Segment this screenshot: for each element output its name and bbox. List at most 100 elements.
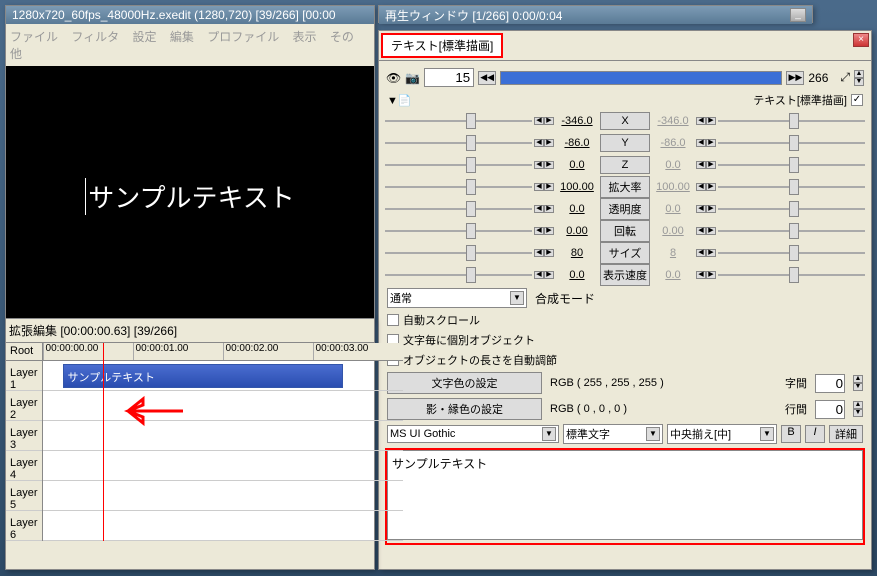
- slider-right[interactable]: [718, 135, 865, 151]
- seek-bar[interactable]: [500, 71, 782, 85]
- track-row[interactable]: [43, 451, 403, 481]
- slider-left[interactable]: [385, 179, 532, 195]
- shadow-color-button[interactable]: 影・縁色の設定: [387, 398, 542, 420]
- layer-label[interactable]: Layer 3: [6, 421, 42, 451]
- enable-checkbox[interactable]: ✓: [851, 94, 863, 106]
- layer-label[interactable]: Layer 5: [6, 481, 42, 511]
- inc-l[interactable]: ▶: [544, 205, 554, 213]
- track-row[interactable]: サンプルテキスト: [43, 361, 403, 391]
- italic-button[interactable]: I: [805, 425, 825, 443]
- dec-l[interactable]: ◀: [534, 183, 544, 191]
- param-val-right[interactable]: -86.0: [652, 137, 694, 149]
- param-val-left[interactable]: 0.0: [556, 159, 598, 171]
- track-row[interactable]: [43, 421, 403, 451]
- text-clip[interactable]: サンプルテキスト: [63, 364, 343, 388]
- param-val-left[interactable]: 0.0: [556, 203, 598, 215]
- inc-r[interactable]: ▶: [706, 183, 716, 191]
- linesp-down[interactable]: ▼: [853, 409, 863, 417]
- param-name-button[interactable]: 拡大率: [600, 176, 650, 198]
- frame-current-input[interactable]: [424, 68, 474, 87]
- inc-r[interactable]: ▶: [706, 205, 716, 213]
- track-row[interactable]: [43, 391, 403, 421]
- param-val-right[interactable]: 8: [652, 247, 694, 259]
- param-val-left[interactable]: 0.0: [556, 269, 598, 281]
- char-spacing-input[interactable]: [815, 374, 845, 393]
- param-val-left[interactable]: 0.00: [556, 225, 598, 237]
- expand-icon[interactable]: ⤢: [840, 70, 850, 85]
- blend-mode-combo[interactable]: 通常 ▼: [387, 288, 527, 308]
- param-val-left[interactable]: -346.0: [556, 115, 598, 127]
- playhead[interactable]: [103, 343, 104, 541]
- frame-up[interactable]: ▲: [854, 70, 864, 78]
- param-val-right[interactable]: 0.00: [652, 225, 694, 237]
- inc-l[interactable]: ▶: [544, 183, 554, 191]
- menu-view[interactable]: 表示: [293, 30, 317, 44]
- text-content-textarea[interactable]: [387, 450, 863, 540]
- layer-label[interactable]: Layer 4: [6, 451, 42, 481]
- slider-left[interactable]: [385, 157, 532, 173]
- autoscroll-checkbox[interactable]: [387, 314, 399, 326]
- param-val-left[interactable]: 80: [556, 247, 598, 259]
- menu-filter[interactable]: フィルタ: [71, 30, 119, 44]
- param-val-right[interactable]: 0.0: [652, 203, 694, 215]
- seek-prev-button[interactable]: ◀◀: [478, 71, 496, 85]
- inc-l[interactable]: ▶: [544, 271, 554, 279]
- inc-l[interactable]: ▶: [544, 117, 554, 125]
- root-label[interactable]: Root: [6, 343, 42, 361]
- dec-l[interactable]: ◀: [534, 271, 544, 279]
- minimize-button[interactable]: _: [790, 8, 806, 22]
- param-name-button[interactable]: 表示速度: [600, 264, 650, 286]
- dec-r[interactable]: ◀: [696, 117, 706, 125]
- main-titlebar[interactable]: 1280x720_60fps_48000Hz.exedit (1280,720)…: [6, 6, 374, 24]
- dec-l[interactable]: ◀: [534, 227, 544, 235]
- menu-profile[interactable]: プロファイル: [207, 30, 279, 44]
- param-val-right[interactable]: 0.0: [652, 269, 694, 281]
- param-val-left[interactable]: -86.0: [556, 137, 598, 149]
- font-combo[interactable]: MS UI Gothic▼: [387, 425, 559, 443]
- slider-right[interactable]: [718, 267, 865, 283]
- slider-right[interactable]: [718, 113, 865, 129]
- eye-icon[interactable]: 👁: [386, 71, 401, 85]
- inc-r[interactable]: ▶: [706, 249, 716, 257]
- slider-right[interactable]: [718, 157, 865, 173]
- inc-l[interactable]: ▶: [544, 139, 554, 147]
- camera-icon[interactable]: 📷: [405, 71, 420, 85]
- align-combo[interactable]: 中央揃え[中]▼: [667, 424, 777, 444]
- dec-l[interactable]: ◀: [534, 139, 544, 147]
- slider-left[interactable]: [385, 201, 532, 217]
- layer-label[interactable]: Layer 6: [6, 511, 42, 541]
- param-val-right[interactable]: 0.0: [652, 159, 694, 171]
- dec-l[interactable]: ◀: [534, 117, 544, 125]
- close-button[interactable]: ×: [853, 33, 869, 47]
- charsp-up[interactable]: ▲: [853, 375, 863, 383]
- track-row[interactable]: [43, 481, 403, 511]
- param-val-right[interactable]: 100.00: [652, 181, 694, 193]
- bold-button[interactable]: B: [781, 425, 801, 443]
- menu-settings[interactable]: 設定: [132, 30, 156, 44]
- dec-l[interactable]: ◀: [534, 161, 544, 169]
- param-name-button[interactable]: Y: [600, 134, 650, 152]
- layer-label[interactable]: Layer 2: [6, 391, 42, 421]
- menubar[interactable]: ファイル フィルタ 設定 編集 プロファイル 表示 その他: [6, 24, 374, 66]
- line-spacing-input[interactable]: [815, 400, 845, 419]
- dec-l[interactable]: ◀: [534, 205, 544, 213]
- style-combo[interactable]: 標準文字▼: [563, 424, 663, 444]
- layer-label[interactable]: Layer 1: [6, 361, 42, 391]
- menu-edit[interactable]: 編集: [170, 30, 194, 44]
- dec-r[interactable]: ◀: [696, 205, 706, 213]
- toggle-icon[interactable]: ▼📄: [387, 94, 412, 107]
- menu-file[interactable]: ファイル: [10, 30, 58, 44]
- inc-r[interactable]: ▶: [706, 227, 716, 235]
- dec-l[interactable]: ◀: [534, 249, 544, 257]
- param-name-button[interactable]: 回転: [600, 220, 650, 242]
- linesp-up[interactable]: ▲: [853, 401, 863, 409]
- inc-r[interactable]: ▶: [706, 161, 716, 169]
- dec-r[interactable]: ◀: [696, 161, 706, 169]
- slider-right[interactable]: [718, 223, 865, 239]
- inc-r[interactable]: ▶: [706, 139, 716, 147]
- inc-l[interactable]: ▶: [544, 227, 554, 235]
- param-name-button[interactable]: 透明度: [600, 198, 650, 220]
- inc-l[interactable]: ▶: [544, 161, 554, 169]
- timeline-tracks[interactable]: 00:00:00.00 00:00:01.00 00:00:02.00 00:0…: [43, 343, 403, 541]
- track-row[interactable]: [43, 511, 403, 541]
